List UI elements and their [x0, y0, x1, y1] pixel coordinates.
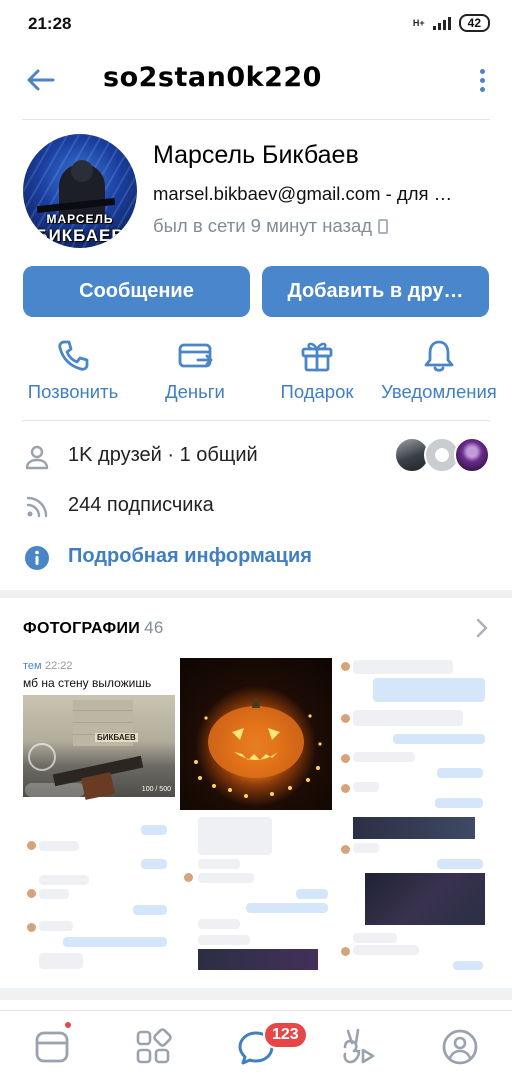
profile-status[interactable]: marsel.bikbaev@gmail.com - для … [153, 183, 489, 205]
ammo-counter: 100 / 500 [141, 786, 171, 793]
top-app-bar: so2stan0k220 [0, 48, 512, 110]
avatar-text-bottom: БИКБАЕВ [35, 226, 125, 245]
messages-badge: 123 [263, 1021, 308, 1049]
status-time: 21:28 [28, 14, 72, 33]
photo-sender: тем [23, 660, 42, 672]
pumpkin-lantern-icon [194, 698, 322, 798]
money-label: Деньги [165, 381, 225, 402]
clips-icon [343, 1028, 375, 1064]
details-link: Подробная информация [68, 545, 312, 567]
notifications-label: Уведомления [381, 381, 497, 402]
battery-icon: 42 [458, 14, 490, 32]
add-friend-button[interactable]: Добавить в дру… [262, 266, 489, 317]
feed-notification-dot [63, 1020, 73, 1030]
chevron-right-icon[interactable] [476, 618, 488, 638]
photo-thumbnail[interactable] [337, 815, 489, 970]
mutual-friends-avatars[interactable] [394, 436, 490, 474]
details-row[interactable]: Подробная информация [0, 537, 512, 577]
user-icon [25, 445, 49, 470]
more-dots-icon [479, 68, 485, 74]
gift-label: Подарок [280, 381, 354, 402]
nav-services[interactable] [133, 1027, 173, 1067]
friends-row[interactable]: 1K друзей · 1 общий [0, 436, 512, 476]
profile-actions: Позвонить Деньги Подарок Уведомления [0, 332, 512, 410]
photo-thumbnail[interactable] [337, 658, 489, 810]
profile-icon [442, 1029, 478, 1065]
info-icon [25, 546, 49, 570]
photos-header[interactable]: ФОТОГРАФИИ 46 [23, 618, 164, 638]
network-type: H+ [412, 17, 425, 28]
online-status: был в сети 9 минут назад [153, 215, 389, 237]
signal-icon [432, 16, 451, 30]
wall-sign: БИКБАЕВ [95, 733, 138, 742]
back-button[interactable] [22, 62, 58, 98]
header-divider [22, 119, 490, 120]
photos-count: 46 [144, 618, 164, 637]
status-bar: 21:28 H+ 42 [0, 0, 512, 48]
page-title: so2stan0k220 [103, 62, 322, 93]
more-options-button[interactable] [472, 62, 492, 98]
gift-icon [301, 342, 333, 372]
money-action[interactable]: Деньги [131, 332, 259, 410]
photo-thumbnail[interactable] [180, 815, 332, 970]
photo-caption: мб на стену выложишь [23, 676, 152, 690]
message-button[interactable]: Сообщение [23, 266, 250, 317]
money-icon [178, 343, 213, 368]
photos-title: ФОТОГРАФИИ [23, 620, 141, 637]
section-separator [0, 590, 512, 598]
phone-icon [58, 340, 89, 371]
photo-time: 22:22 [45, 660, 73, 672]
friend-avatar [454, 437, 490, 473]
avatar-text-top: МАРСЕЛЬ [46, 212, 114, 226]
followers-row[interactable]: 244 подписчика [0, 486, 512, 526]
followers-count: 244 подписчика [68, 494, 214, 516]
call-label: Позвонить [27, 381, 119, 402]
bottom-separator [0, 988, 512, 1000]
rss-icon [26, 496, 48, 518]
bottom-navigation [0, 1010, 512, 1080]
mobile-device-icon [378, 218, 389, 234]
notifications-action[interactable]: Уведомления [375, 332, 503, 410]
game-screenshot: БИКБАЕВ 100 / 500 [23, 695, 175, 800]
gift-action[interactable]: Подарок [253, 332, 381, 410]
profile-name: Марсель Бикбаев [153, 141, 359, 169]
status-indicators: H+ 42 [413, 14, 490, 32]
services-grid-icon [136, 1028, 172, 1064]
photo-thumbnail[interactable] [23, 815, 175, 970]
nav-feed[interactable] [32, 1027, 72, 1067]
call-action[interactable]: Позвонить [9, 332, 137, 410]
photo-thumbnail[interactable]: тем 22:22 мб на стену выложишь БИКБАЕВ 1… [23, 658, 175, 808]
actions-divider [22, 420, 490, 421]
online-status-text: был в сети 9 минут назад [153, 215, 373, 236]
friends-count: 1K друзей · 1 общий [68, 444, 258, 466]
nav-profile[interactable] [440, 1027, 480, 1067]
photo-thumbnail[interactable] [180, 658, 332, 810]
back-arrow-icon [27, 69, 55, 91]
bell-icon [424, 340, 454, 372]
news-feed-icon [35, 1031, 69, 1063]
nav-clips[interactable] [338, 1027, 378, 1067]
profile-avatar[interactable]: МАРСЕЛЬ БИКБАЕВ [23, 134, 137, 248]
